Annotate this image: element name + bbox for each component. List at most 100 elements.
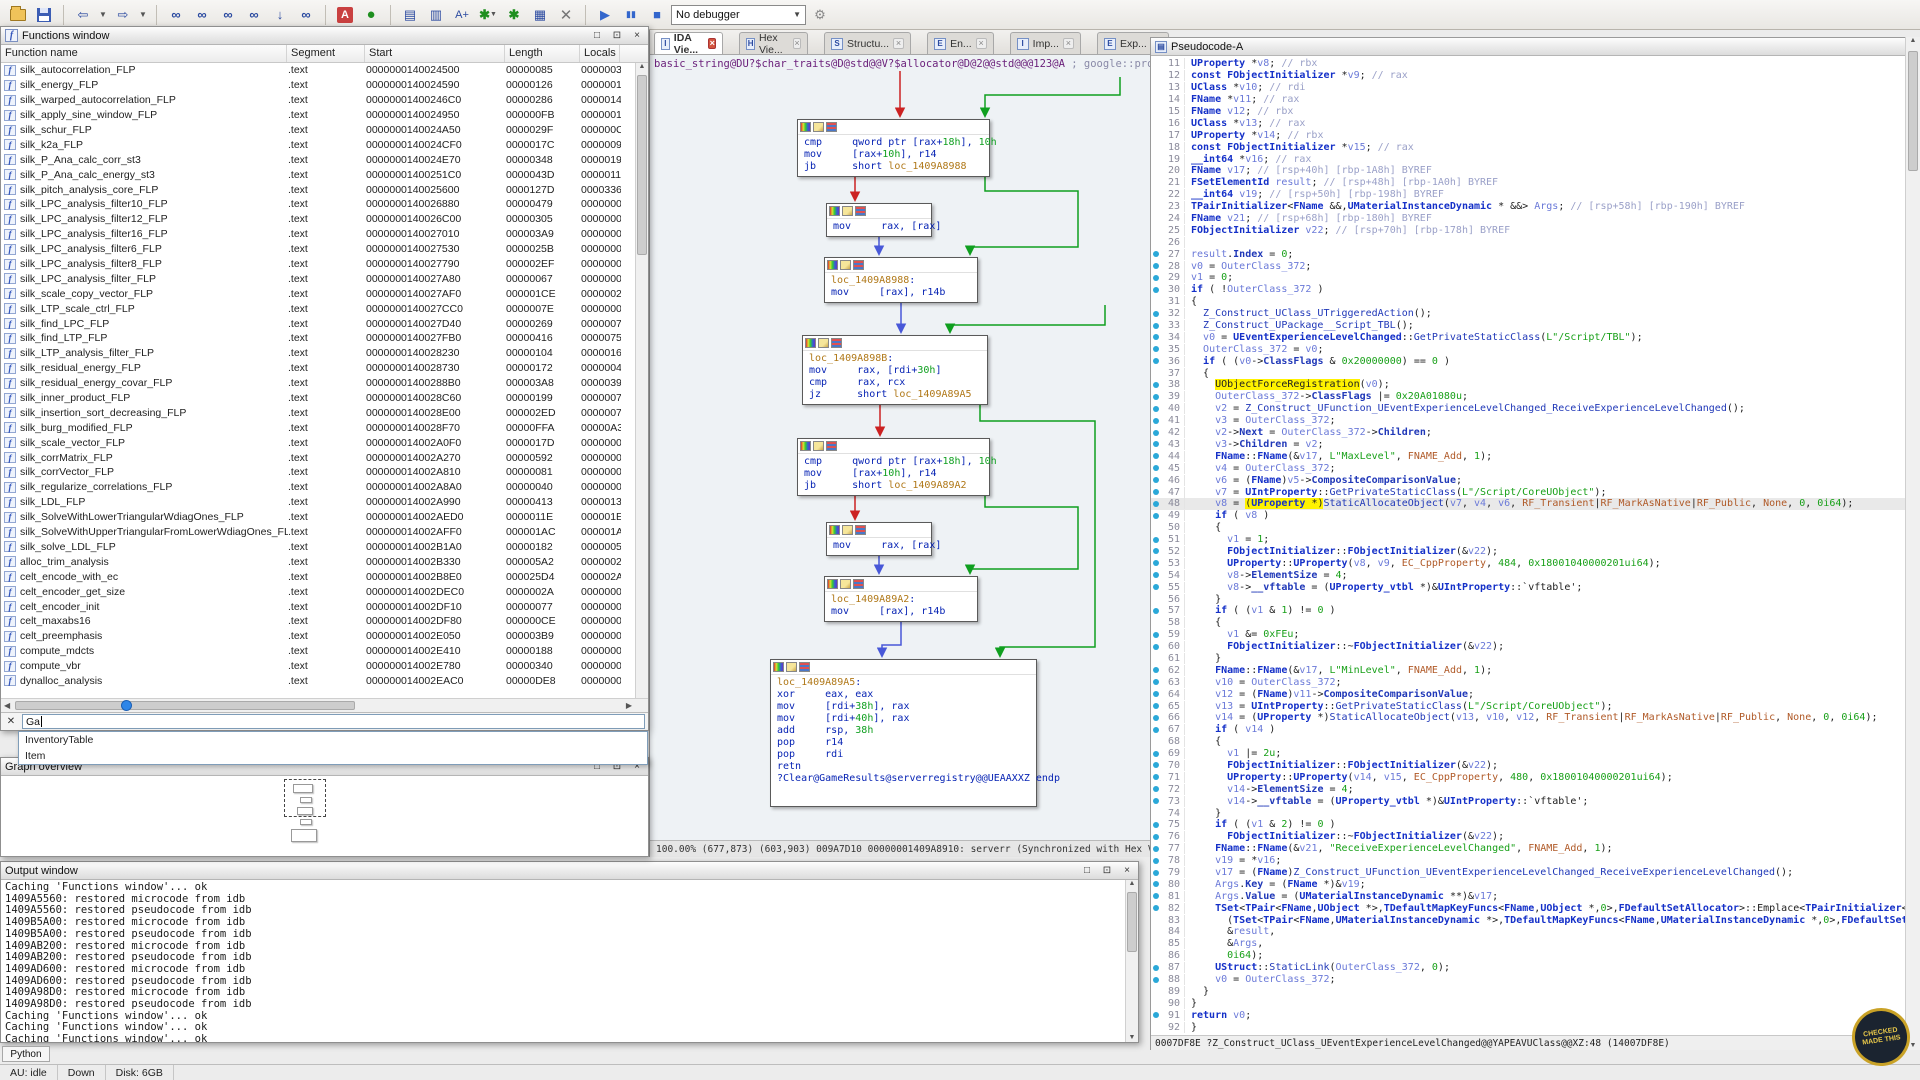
tab-idavie[interactable]: IIDA Vie...× (654, 32, 723, 54)
block-edit-icon[interactable] (842, 525, 853, 535)
analysis-ok-icon[interactable]: ● (359, 3, 383, 27)
pseudocode-line[interactable]: 63 v10 = OuterClass_372; (1151, 676, 1905, 688)
function-row[interactable]: fsilk_insertion_sort_decreasing_FLP.text… (1, 405, 648, 420)
pseudocode-line[interactable]: 50 { (1151, 522, 1905, 534)
pseudocode-line[interactable]: 87 UStruct::StaticLink(OuterClass_372, 0… (1151, 962, 1905, 974)
function-row[interactable]: fsilk_SolveWithUpperTriangularFromLowerW… (1, 525, 648, 540)
debug-run-icon[interactable]: ▶ (593, 3, 617, 27)
block-group-icon[interactable] (853, 579, 864, 589)
restore-icon[interactable]: □ (1080, 864, 1094, 878)
function-row[interactable]: fsilk_inner_product_FLP.text000000014002… (1, 391, 648, 406)
pseudocode-line[interactable]: 85 &Args, (1151, 938, 1905, 950)
block-color-icon[interactable] (829, 525, 840, 535)
pseudocode-line[interactable]: 47 v7 = UIntProperty::GetPrivateStaticCl… (1151, 486, 1905, 498)
pseudocode-line[interactable]: 48 v8 = (UProperty *)StaticAllocateObjec… (1151, 498, 1905, 510)
function-row[interactable]: fcelt_encoder_init.text000000014002DF100… (1, 599, 648, 614)
navigate-back-icon[interactable]: ⇦ (71, 3, 95, 27)
block-edit-icon[interactable] (818, 338, 829, 348)
pseudocode-line[interactable]: 81 Args.Value = (UMaterialInstanceDynami… (1151, 890, 1905, 902)
block-color-icon[interactable] (827, 260, 838, 270)
function-row[interactable]: fsilk_k2a_FLP.text0000000140024CF0000001… (1, 137, 648, 152)
function-row[interactable]: fsilk_scale_copy_vector_FLP.text00000001… (1, 286, 648, 301)
debugger-select[interactable]: No debugger▼ (671, 5, 806, 25)
scroll-right-icon[interactable]: ▶ (626, 701, 632, 710)
block-group-icon[interactable] (855, 525, 866, 535)
pseudocode-line[interactable]: 54 v8->ElementSize = 4; (1151, 569, 1905, 581)
pseudocode-line[interactable]: 52 FObjectInitializer::FObjectInitialize… (1151, 546, 1905, 558)
graph-basic-block[interactable]: cmp qword ptr [rax+18h], 10hmov [rax+10h… (797, 119, 990, 177)
pseudocode-line[interactable]: 42 v2->Next = OuterClass_372->Children; (1151, 427, 1905, 439)
pseudocode-line[interactable]: 90} (1151, 997, 1905, 1009)
pseudocode-line[interactable]: 38 UObjectForceRegistration(v0); (1151, 379, 1905, 391)
script-file-icon[interactable]: ✱ (502, 3, 526, 27)
pseudocode-line[interactable]: 88 v0 = OuterClass_372; (1151, 974, 1905, 986)
function-row[interactable]: fsilk_corrMatrix_FLP.text000000014002A27… (1, 450, 648, 465)
graph-basic-block[interactable]: loc_1409A898B:mov rax, [rdi+30h]cmp rax,… (802, 335, 988, 405)
tab-close-icon[interactable]: × (793, 38, 801, 49)
pseudocode-line[interactable]: 36 if ( (v0->ClassFlags & 0x20000000) ==… (1151, 355, 1905, 367)
function-row[interactable]: fcompute_vbr.text000000014002E7800000034… (1, 659, 648, 674)
graph-basic-block[interactable]: loc_1409A89A2:mov [rax], r14b (824, 576, 978, 622)
pseudocode-line[interactable]: 41 v3 = OuterClass_372; (1151, 415, 1905, 427)
pseudocode-line[interactable]: 19__int64 *v16; // rax (1151, 153, 1905, 165)
function-row[interactable]: fsilk_LDL_FLP.text000000014002A990000004… (1, 495, 648, 510)
block-group-icon[interactable] (826, 122, 837, 132)
function-row[interactable]: fsilk_LPC_analysis_filter6_FLP.text00000… (1, 242, 648, 257)
pseudocode-line[interactable]: 74 } (1151, 807, 1905, 819)
function-row[interactable]: fsilk_P_Ana_calc_energy_st3.text00000001… (1, 167, 648, 182)
function-row[interactable]: fcompute_mdcts.text000000014002E41000000… (1, 644, 648, 659)
pseudocode-body[interactable]: 11UProperty *v8; // rbx12const FObjectIn… (1151, 56, 1905, 1035)
pseudocode-line[interactable]: 72 v14->ElementSize = 4; (1151, 783, 1905, 795)
pseudocode-line[interactable]: 33 Z_Construct_UPackage__Script_TBL(); (1151, 320, 1905, 332)
block-edit-icon[interactable] (813, 441, 824, 451)
function-row[interactable]: fsilk_find_LTP_FLP.text0000000140027FB00… (1, 331, 648, 346)
pseudocode-line[interactable]: 30if ( !OuterClass_372 ) (1151, 284, 1905, 296)
pseudocode-line[interactable]: 91return v0; (1151, 1009, 1905, 1021)
functions-vertical-scrollbar[interactable]: ▲ (635, 63, 648, 698)
pseudocode-line[interactable]: 17UProperty *v14; // rbx (1151, 129, 1905, 141)
pseudocode-line[interactable]: 65 v13 = UIntProperty::GetPrivateStaticC… (1151, 700, 1905, 712)
function-row[interactable]: fcelt_preemphasis.text000000014002E05000… (1, 629, 648, 644)
pseudocode-line[interactable]: 37 { (1151, 367, 1905, 379)
delete-icon[interactable]: ✕ (554, 3, 578, 27)
tab-close-icon[interactable]: × (708, 38, 716, 49)
pseudocode-line[interactable]: 27result.Index = 0; (1151, 248, 1905, 260)
pseudocode-line[interactable]: 21FSetElementId result; // [rsp+48h] [rb… (1151, 177, 1905, 189)
tab-imp[interactable]: IImp...× (1010, 32, 1081, 54)
pseudocode-line[interactable]: 46 v6 = (FName)v5->CompositeComparisonVa… (1151, 474, 1905, 486)
function-row[interactable]: fcelt_maxabs16.text000000014002DF8000000… (1, 614, 648, 629)
pseudocode-line[interactable]: 25FObjectInitializer v22; // [rsp+70h] [… (1151, 224, 1905, 236)
function-row[interactable]: fdynalloc_analysis.text000000014002EAC00… (1, 674, 648, 689)
function-row[interactable]: fsilk_LTP_scale_ctrl_FLP.text00000001400… (1, 301, 648, 316)
functions-column-headers[interactable]: Function name Segment Start Length Local… (1, 45, 648, 63)
functions-titlebar[interactable]: f Functions window □ ⊡ × (1, 27, 648, 45)
debug-stop-icon[interactable]: ■ (645, 3, 669, 27)
pseudocode-line[interactable]: 69 v1 |= 2u; (1151, 748, 1905, 760)
graph-basic-block[interactable]: mov rax, [rax] (826, 203, 932, 237)
function-row[interactable]: fsilk_regularize_correlations_FLP.text00… (1, 480, 648, 495)
block-group-icon[interactable] (855, 206, 866, 216)
block-group-icon[interactable] (799, 662, 810, 672)
float-icon[interactable]: ⊡ (1100, 864, 1114, 878)
function-row[interactable]: fsilk_schur_FLP.text0000000140024A500000… (1, 123, 648, 138)
clear-filter-icon[interactable]: ✕ (4, 716, 18, 727)
pseudocode-line[interactable]: 45 v4 = OuterClass_372; (1151, 462, 1905, 474)
pseudocode-line[interactable]: 64 v12 = (FName)v11->CompositeComparison… (1151, 688, 1905, 700)
block-color-icon[interactable] (829, 206, 840, 216)
pseudocode-line[interactable]: 29v1 = 0; (1151, 272, 1905, 284)
block-color-icon[interactable] (773, 662, 784, 672)
pseudocode-line[interactable]: 23TPairInitializer<FName &&,UMaterialIns… (1151, 201, 1905, 213)
pseudocode-line[interactable]: 34 v0 = UEventExperienceLevelChanged::Ge… (1151, 331, 1905, 343)
functions-horizontal-scrollbar[interactable]: ◀ ▶ (1, 698, 648, 712)
quick-filter-input[interactable]: Ga (22, 714, 645, 729)
pseudocode-line[interactable]: 11UProperty *v8; // rbx (1151, 58, 1905, 70)
block-group-icon[interactable] (826, 441, 837, 451)
pseudocode-line[interactable]: 44 FName::FName(&v17, L"MaxLevel", FNAME… (1151, 450, 1905, 462)
pseudocode-line[interactable]: 22__int64 v19; // [rsp+50h] [rbp-198h] B… (1151, 189, 1905, 201)
scroll-left-icon[interactable]: ◀ (4, 701, 10, 710)
attach-icon[interactable]: ⚙ (808, 3, 832, 27)
colors-icon[interactable]: ▥ (424, 3, 448, 27)
snapshot-icon[interactable]: ▦ (528, 3, 552, 27)
function-row[interactable]: fsilk_apply_sine_window_FLP.text00000001… (1, 108, 648, 123)
function-row[interactable]: falloc_trim_analysis.text000000014002B33… (1, 554, 648, 569)
